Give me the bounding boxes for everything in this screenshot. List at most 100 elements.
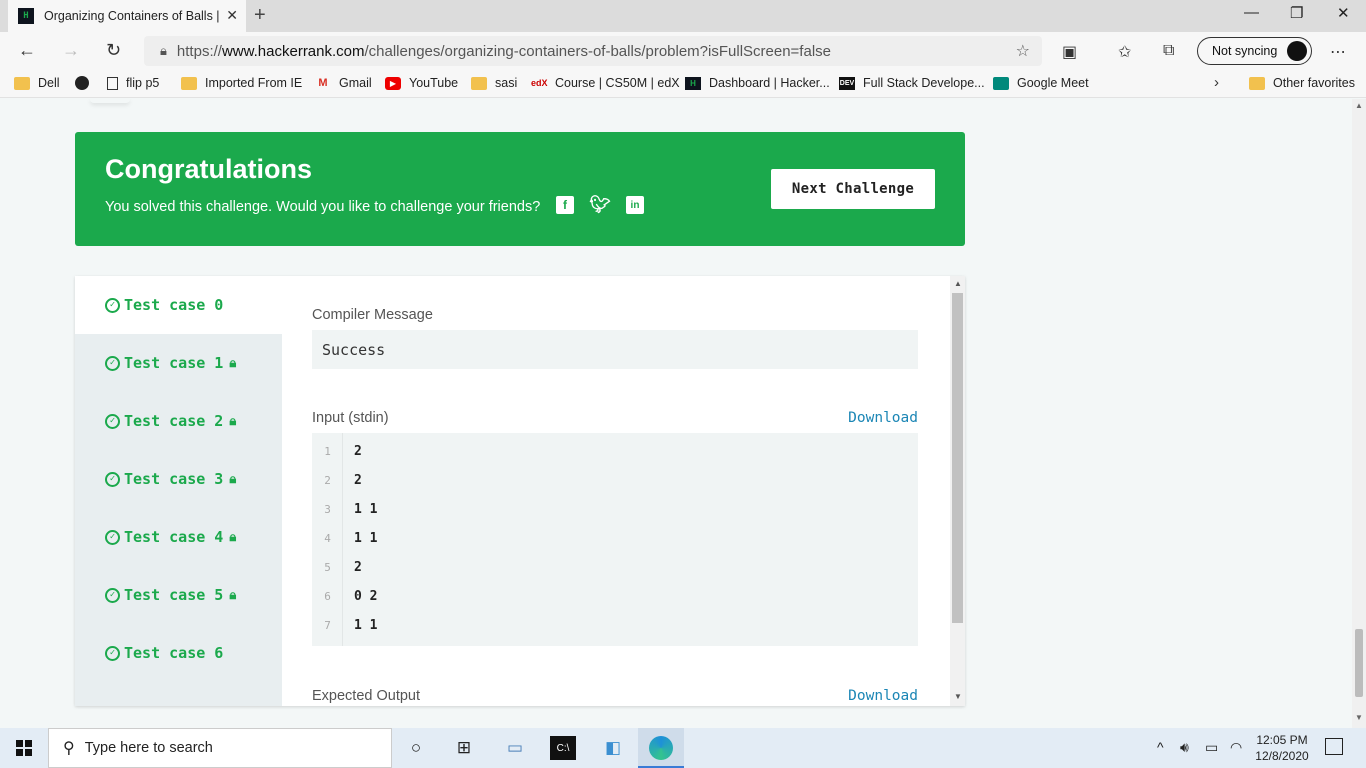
check-circle-icon: ✓	[105, 297, 120, 313]
system-clock[interactable]: 12:05 PM 12/8/2020	[1250, 732, 1314, 764]
download-input-link[interactable]: Download	[848, 410, 918, 426]
close-tab-icon[interactable]: ✕	[226, 7, 238, 24]
back-icon[interactable]: ←	[18, 40, 36, 61]
compiler-message-label: Compiler Message	[312, 307, 433, 323]
test-case-tab[interactable]: ✓ Test case 1 🔒︎	[75, 334, 282, 392]
favorite-item[interactable]: DEV Full Stack Develope...	[839, 76, 985, 90]
minimize-icon[interactable]: —	[1244, 4, 1259, 21]
line-number: 3	[324, 503, 331, 516]
gmail-icon: M	[318, 76, 328, 89]
profile-avatar	[1287, 41, 1307, 61]
test-case-tab[interactable]: ✓ Test case 5 🔒︎	[75, 566, 282, 624]
cortana-icon[interactable]: ○	[403, 736, 429, 760]
lock-icon: 🔒︎	[160, 43, 167, 58]
favorite-item[interactable]: M Gmail	[315, 76, 371, 90]
page-content: Congratulations You solved this challeng…	[0, 99, 1352, 728]
forward-icon[interactable]: →	[62, 40, 80, 61]
input-line: 1 1	[354, 502, 378, 517]
computer-icon[interactable]: ▭	[502, 736, 528, 760]
clock-time: 12:05 PM	[1256, 733, 1308, 747]
lock-icon: 🔒︎	[229, 587, 237, 603]
favorite-item[interactable]: flip p5	[107, 76, 159, 90]
terminal-icon[interactable]: C:\	[550, 736, 576, 760]
app-icon[interactable]: ◧	[600, 736, 626, 760]
edx-icon: edX	[531, 77, 548, 88]
linkedin-icon[interactable]: in	[626, 196, 644, 214]
hackerrank-favicon-icon: H	[18, 8, 34, 24]
page-icon	[107, 76, 118, 90]
input-line: 0 2	[354, 589, 378, 604]
scroll-down-icon[interactable]: ▼	[954, 692, 962, 701]
folder-icon	[181, 76, 197, 90]
favorite-item[interactable]	[75, 76, 97, 90]
test-case-tab[interactable]: ✓ Test case 2 🔒︎	[75, 392, 282, 450]
new-tab-icon[interactable]: +	[254, 4, 266, 27]
line-number: 7	[324, 619, 331, 632]
scrollbar-thumb[interactable]	[952, 293, 963, 623]
folder-icon	[14, 76, 30, 90]
other-favorites[interactable]: Other favorites	[1249, 76, 1355, 90]
collections-icon[interactable]: ⧉	[1163, 42, 1174, 60]
windows-start-icon[interactable]	[16, 740, 32, 756]
scroll-down-icon[interactable]: ▼	[1355, 713, 1363, 722]
scroll-up-icon[interactable]: ▲	[1355, 101, 1363, 110]
task-view-icon[interactable]: ⊞	[451, 736, 477, 760]
twitter-icon[interactable]: 🐦︎	[589, 195, 611, 214]
test-case-tab[interactable]: ✓ Test case 3 🔒︎	[75, 450, 282, 508]
favorite-item[interactable]: Imported From IE	[181, 76, 302, 90]
favorite-item[interactable]: H Dashboard | Hacker...	[685, 76, 830, 90]
page-scrollbar[interactable]: ▲ ▼	[1352, 99, 1366, 728]
chevron-right-icon[interactable]: ›	[1214, 74, 1219, 91]
github-icon	[75, 76, 89, 90]
favorites-icon[interactable]: ✩	[1118, 42, 1131, 62]
input-line: 2	[354, 560, 362, 575]
check-circle-icon: ✓	[105, 645, 120, 661]
input-line: 1 1	[354, 531, 378, 546]
line-number: 4	[324, 532, 331, 545]
expected-output-label: Expected Output	[312, 688, 421, 704]
youtube-icon: ▶	[385, 76, 401, 90]
input-code-block: 1 2 2 2 3 1 1 4 1 1 5 2 6 0 2 7 1 1	[312, 433, 918, 646]
next-challenge-button[interactable]: Next Challenge	[771, 169, 935, 209]
scrollbar-thumb[interactable]	[1355, 629, 1363, 697]
lock-icon: 🔒︎	[229, 355, 237, 371]
more-menu-icon[interactable]: ⋯	[1330, 42, 1346, 62]
refresh-icon[interactable]: ↻	[106, 40, 121, 61]
test-case-tab[interactable]: ✓ Test case 0	[75, 276, 282, 334]
favorite-item[interactable]: Google Meet	[993, 76, 1089, 90]
favorite-item[interactable]: ▶ YouTube	[385, 76, 458, 90]
input-line: 2	[354, 444, 362, 459]
browser-tab[interactable]: H Organizing Containers of Balls | Hacke…	[8, 0, 246, 32]
test-case-tab[interactable]: ✓ Test case 6	[75, 624, 282, 682]
close-window-icon[interactable]: ✕	[1337, 4, 1350, 22]
favorite-star-icon[interactable]: ☆	[1016, 41, 1030, 61]
restore-icon[interactable]: ❐	[1290, 4, 1303, 22]
download-output-link[interactable]: Download	[848, 688, 918, 704]
sync-button[interactable]: Not syncing	[1197, 37, 1312, 65]
wifi-icon[interactable]: ◠	[1230, 739, 1242, 756]
favorite-item[interactable]: Dell	[14, 76, 60, 90]
folder-icon	[1249, 76, 1265, 90]
facebook-icon[interactable]: f	[556, 196, 574, 214]
address-bar[interactable]: 🔒︎ https://www.hackerrank.com/challenges…	[144, 36, 1042, 66]
lock-icon: 🔒︎	[229, 413, 237, 429]
test-case-tab[interactable]: ✓ Test case 4 🔒︎	[75, 508, 282, 566]
tab-title: Organizing Containers of Balls | HackerR…	[44, 9, 220, 23]
meet-icon	[993, 76, 1009, 90]
extension-icon[interactable]: ▣	[1062, 42, 1077, 62]
chevron-up-icon[interactable]: ^	[1157, 739, 1164, 755]
line-number: 5	[324, 561, 331, 574]
banner-title: Congratulations	[105, 154, 312, 184]
taskbar-search[interactable]: ⚲ Type here to search	[48, 728, 392, 768]
notification-icon[interactable]	[1325, 738, 1343, 755]
header-fragment	[90, 99, 130, 103]
scroll-up-icon[interactable]: ▲	[954, 279, 962, 288]
panel-scrollbar[interactable]: ▲ ▼	[950, 276, 965, 706]
favorite-item[interactable]: edX Course | CS50M | edX	[531, 76, 680, 90]
favorite-item[interactable]: sasi	[471, 76, 517, 90]
input-line: 2	[354, 473, 362, 488]
line-number: 1	[324, 445, 331, 458]
congratulations-banner: Congratulations You solved this challeng…	[75, 132, 965, 246]
battery-icon[interactable]: ▭	[1205, 739, 1218, 756]
volume-icon[interactable]: 🔊︎	[1180, 739, 1189, 756]
